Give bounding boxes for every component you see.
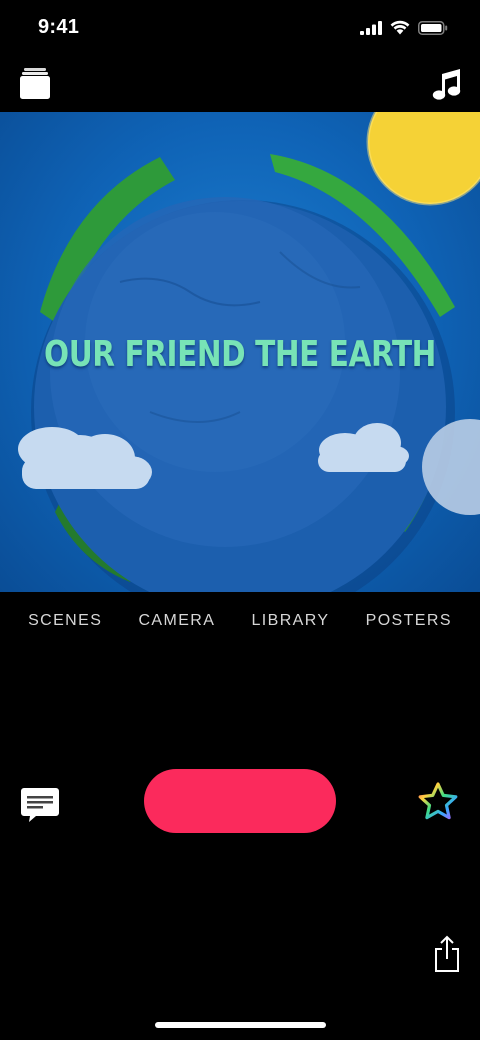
share-icon bbox=[435, 935, 459, 972]
music-button[interactable] bbox=[432, 68, 462, 100]
tab-camera[interactable]: CAMERA bbox=[138, 612, 215, 640]
status-bar: 9:41 bbox=[0, 0, 480, 56]
record-button[interactable] bbox=[144, 769, 336, 833]
live-title-button[interactable] bbox=[20, 787, 60, 823]
star-sticker-icon bbox=[418, 782, 458, 820]
top-toolbar bbox=[0, 60, 480, 110]
home-indicator[interactable] bbox=[155, 1022, 326, 1028]
share-button[interactable] bbox=[434, 935, 460, 973]
music-note-icon bbox=[432, 69, 461, 100]
battery-icon bbox=[418, 20, 448, 35]
mode-tabs: SCENES CAMERA LIBRARY POSTERS bbox=[0, 612, 480, 640]
title-text-icon bbox=[21, 788, 59, 822]
video-title-overlay: OUR FRIEND THE EARTH bbox=[44, 334, 436, 375]
projects-icon bbox=[20, 68, 50, 99]
projects-button[interactable] bbox=[20, 68, 50, 100]
video-preview[interactable]: OUR FRIEND THE EARTH bbox=[0, 112, 480, 592]
tab-scenes[interactable]: SCENES bbox=[28, 612, 102, 640]
cellular-signal-icon bbox=[360, 20, 382, 35]
status-time: 9:41 bbox=[38, 16, 80, 38]
stickers-button[interactable] bbox=[416, 781, 460, 823]
tab-library[interactable]: LIBRARY bbox=[251, 612, 329, 640]
wifi-icon bbox=[390, 20, 410, 35]
status-icons bbox=[360, 20, 448, 35]
tab-posters[interactable]: POSTERS bbox=[366, 612, 452, 640]
